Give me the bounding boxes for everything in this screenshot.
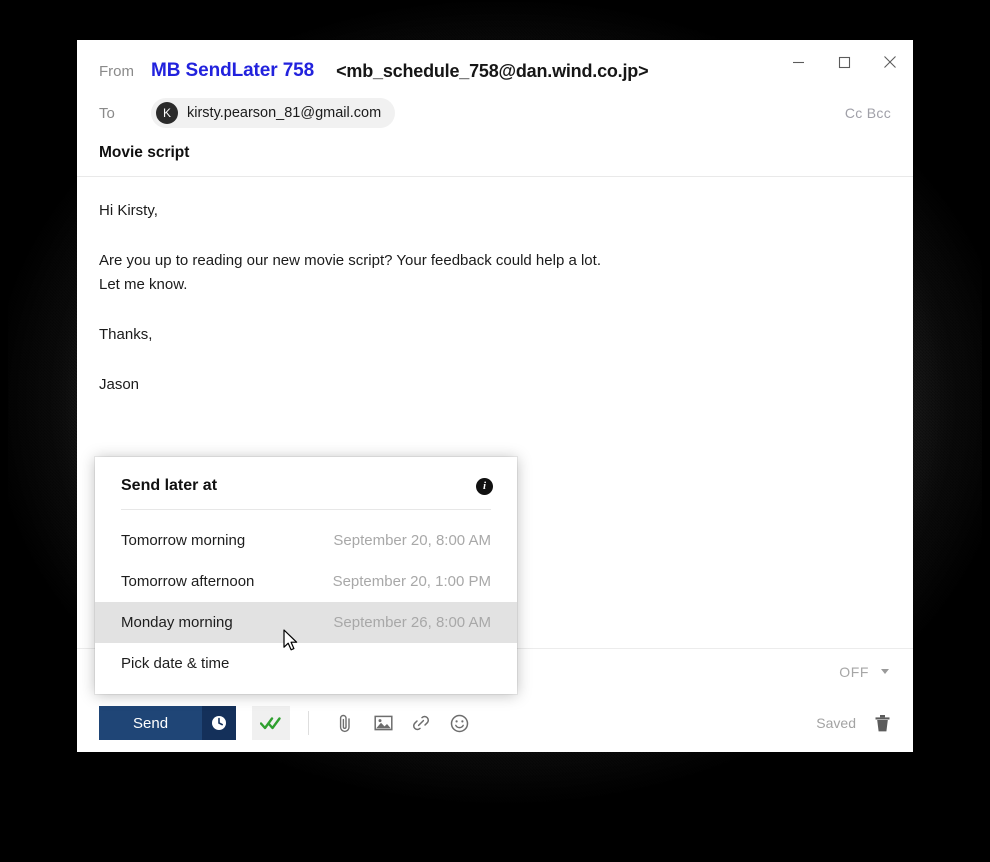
action-divider bbox=[308, 711, 310, 735]
desktop-background: From MB SendLater 758 <mb_schedule_758@d… bbox=[0, 0, 990, 862]
menu-item-date: September 20, 1:00 PM bbox=[332, 573, 491, 590]
send-later-title: Send later at bbox=[121, 477, 218, 494]
from-display-name[interactable]: MB SendLater 758 bbox=[151, 60, 314, 82]
send-button[interactable]: Send bbox=[99, 706, 203, 740]
action-toolbar: Send Saved bbox=[77, 694, 913, 752]
menu-item-tomorrow-morning[interactable]: Tomorrow morning September 20, 8:00 AM bbox=[95, 520, 517, 561]
menu-item-label: Tomorrow afternoon bbox=[121, 573, 255, 590]
avatar: K bbox=[156, 102, 178, 124]
body-line-thanks: Thanks, bbox=[99, 326, 153, 343]
attach-file-icon[interactable] bbox=[327, 706, 363, 740]
menu-item-pick-date-time[interactable]: Pick date & time bbox=[95, 643, 517, 684]
info-icon[interactable]: i bbox=[476, 477, 493, 495]
recipient-email: kirsty.pearson_81@gmail.com bbox=[187, 105, 382, 121]
from-row: From MB SendLater 758 <mb_schedule_758@d… bbox=[77, 50, 913, 92]
menu-item-label: Monday morning bbox=[121, 614, 233, 631]
from-email-address: <mb_schedule_758@dan.wind.co.jp> bbox=[336, 60, 649, 81]
recipient-chip[interactable]: K kirsty.pearson_81@gmail.com bbox=[151, 98, 396, 128]
body-line-signature: Jason bbox=[99, 376, 140, 393]
body-line-2: Let me know. bbox=[99, 276, 188, 293]
off-label: OFF bbox=[839, 663, 869, 680]
send-later-header: Send later at i bbox=[95, 457, 517, 509]
send-button-group: Send bbox=[99, 706, 237, 740]
menu-item-date: September 26, 8:00 AM bbox=[333, 614, 491, 631]
body-line-1: Are you up to reading our new movie scri… bbox=[99, 252, 601, 269]
menu-item-tomorrow-afternoon[interactable]: Tomorrow afternoon September 20, 1:00 PM bbox=[95, 561, 517, 602]
send-later-dropdown: Send later at i Tomorrow morning Septemb… bbox=[95, 457, 517, 694]
menu-item-date: September 20, 8:00 AM bbox=[333, 532, 491, 549]
saved-status-group: Saved bbox=[816, 714, 891, 733]
chevron-down-icon[interactable] bbox=[881, 669, 889, 674]
read-receipt-icon[interactable] bbox=[252, 706, 291, 740]
insert-image-icon[interactable] bbox=[365, 706, 401, 740]
menu-item-label: Tomorrow morning bbox=[121, 532, 246, 549]
menu-item-monday-morning[interactable]: Monday morning September 26, 8:00 AM bbox=[95, 602, 517, 643]
tracking-mode-select[interactable]: OFF bbox=[839, 664, 891, 680]
to-label: To bbox=[99, 104, 115, 122]
subject-row[interactable]: Movie script bbox=[77, 134, 913, 177]
saved-status-text: Saved bbox=[816, 715, 856, 731]
cc-bcc-toggle[interactable]: Cc Bcc bbox=[845, 105, 891, 121]
body-line-greeting: Hi Kirsty, bbox=[99, 202, 158, 219]
from-label: From bbox=[99, 62, 134, 80]
send-later-clock-icon[interactable] bbox=[202, 706, 237, 740]
to-row: To K kirsty.pearson_81@gmail.com Cc Bcc bbox=[77, 92, 913, 134]
trash-icon[interactable] bbox=[874, 714, 891, 733]
menu-item-label: Pick date & time bbox=[121, 655, 230, 672]
subject-text: Movie script bbox=[99, 144, 190, 161]
insert-link-icon[interactable] bbox=[403, 706, 439, 740]
insert-emoji-icon[interactable] bbox=[441, 706, 477, 740]
